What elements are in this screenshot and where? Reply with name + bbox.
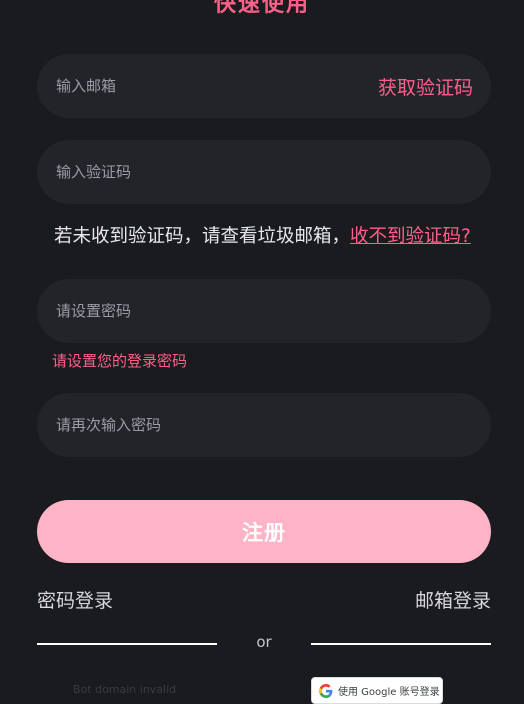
register-page: 快速使用 获取验证码 若未收到验证码，请查看垃圾邮箱，收不到验证码? 请设置您的… <box>0 0 524 704</box>
code-field <box>37 139 491 205</box>
resend-help-link[interactable]: 收不到验证码? <box>350 226 471 247</box>
divider-label: or <box>256 633 272 651</box>
password-login-link[interactable]: 密码登录 <box>37 586 113 613</box>
divider-line-right <box>311 643 491 645</box>
email-login-link[interactable]: 邮箱登录 <box>415 586 491 613</box>
password-input[interactable] <box>54 278 473 344</box>
bot-domain-error: Bot domain invalid <box>73 683 177 696</box>
code-hint-text: 若未收到验证码，请查看垃圾邮箱， <box>54 226 351 247</box>
get-code-button[interactable]: 获取验证码 <box>378 73 473 100</box>
code-hint: 若未收到验证码，请查看垃圾邮箱，收不到验证码? <box>54 222 494 248</box>
confirm-password-field <box>37 392 491 458</box>
register-button[interactable]: 注册 <box>37 500 491 563</box>
password-error: 请设置您的登录密码 <box>52 352 188 370</box>
email-field: 获取验证码 <box>37 53 491 119</box>
google-login-button[interactable]: 使用 Google 账号登录 <box>311 677 443 704</box>
code-input[interactable] <box>54 139 473 205</box>
page-title: 快速使用 <box>213 0 310 17</box>
password-field <box>37 278 491 344</box>
google-login-label: 使用 Google 账号登录 <box>338 687 440 698</box>
email-input[interactable] <box>54 53 378 119</box>
confirm-password-input[interactable] <box>54 392 473 458</box>
google-g-icon <box>319 683 333 698</box>
